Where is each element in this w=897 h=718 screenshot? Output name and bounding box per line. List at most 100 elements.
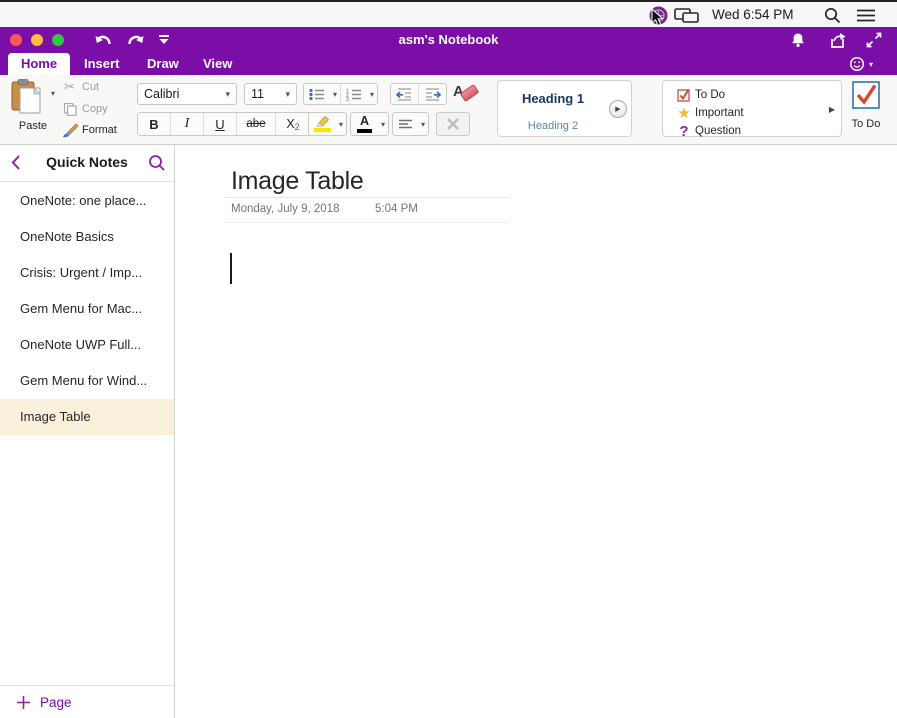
important-tag-star-icon: ★ [673, 104, 695, 122]
font-name-value: Calibri [144, 87, 179, 101]
notifications-bell-icon[interactable] [789, 31, 807, 49]
mouse-cursor [651, 8, 665, 28]
bullet-list-dropdown-arrow[interactable]: ▾ [330, 84, 340, 104]
note-canvas[interactable]: Image Table Monday, July 9, 2018 5:04 PM [176, 145, 897, 718]
question-tag-icon: ? [673, 123, 695, 140]
page-list-item[interactable]: OneNote Basics [0, 219, 174, 255]
styles-expand-arrow-icon: ▶ [615, 105, 620, 113]
add-page-button[interactable]: Page [0, 685, 174, 718]
highlight-color-bar [314, 128, 331, 132]
date-underline [225, 222, 509, 223]
paste-dropdown-arrow[interactable]: ▾ [48, 89, 58, 98]
highlighter-icon [315, 115, 330, 127]
notification-center-icon[interactable] [856, 8, 876, 23]
todo-button-label: To Do [846, 118, 886, 130]
paste-clipboard-icon [10, 79, 44, 115]
title-underline [225, 197, 509, 198]
page-list-item[interactable]: Crisis: Urgent / Imp... [0, 255, 174, 291]
font-color-letter: A [360, 115, 369, 128]
font-color-button[interactable]: A [351, 113, 378, 135]
align-dropdown-arrow[interactable]: ▾ [418, 113, 428, 135]
share-icon[interactable] [828, 32, 847, 49]
highlight-dropdown-arrow[interactable]: ▾ [336, 113, 346, 135]
tab-insert[interactable]: Insert [84, 56, 119, 71]
numbered-list-icon: 123 [346, 88, 362, 101]
font-style-buttons-group: B I U abe X2 ▾ [137, 112, 321, 136]
numbered-list-dropdown-arrow[interactable]: ▾ [367, 84, 377, 104]
sidebar-search-icon[interactable] [148, 154, 166, 172]
page-list-sidebar: Quick Notes OneNote: one place... OneNot… [0, 145, 175, 718]
numbered-list-button[interactable]: 123 [341, 84, 367, 104]
delete-button[interactable] [436, 112, 470, 136]
fullscreen-expand-icon[interactable] [866, 32, 882, 48]
tag-todo-label: To Do [695, 89, 725, 101]
font-name-select[interactable]: Calibri ▾ [137, 83, 237, 105]
add-page-plus-icon [16, 695, 31, 710]
increase-indent-button[interactable] [419, 84, 446, 104]
page-title[interactable]: Image Table [231, 167, 363, 196]
font-name-dropdown-arrow: ▾ [225, 89, 230, 100]
bold-button[interactable]: B [138, 113, 170, 135]
italic-button[interactable]: I [171, 113, 203, 135]
tag-todo[interactable]: To Do [673, 86, 725, 104]
highlight-button[interactable] [309, 113, 336, 135]
page-time: 5:04 PM [375, 203, 418, 215]
paste-label: Paste [8, 120, 58, 132]
svg-text:3: 3 [346, 97, 349, 101]
notebook-title: asm's Notebook [0, 32, 897, 47]
font-color-dropdown-arrow[interactable]: ▾ [378, 113, 388, 135]
spotlight-search-icon[interactable] [824, 7, 841, 24]
tags-expand-arrow-icon[interactable]: ▶ [829, 105, 835, 114]
align-icon [398, 119, 413, 130]
format-painter-button[interactable]: Format [62, 122, 117, 138]
subscript-button[interactable]: X2 [276, 113, 310, 135]
font-color-bar [357, 129, 372, 133]
tab-home[interactable]: Home [8, 53, 70, 75]
cut-button[interactable]: ✂ Cut [64, 79, 99, 95]
copy-icon [64, 103, 82, 116]
styles-expand-button[interactable]: ▶ [609, 100, 627, 118]
todo-tag-checkbox-icon [673, 88, 695, 102]
subscript-sub: 2 [295, 122, 300, 132]
todo-button-checkbox-icon [852, 81, 880, 109]
font-size-select[interactable]: 11 ▾ [244, 83, 297, 105]
feedback-smiley-icon[interactable]: ▾ [849, 56, 873, 72]
cut-scissors-icon: ✂ [64, 79, 82, 95]
bullet-list-button[interactable] [304, 84, 330, 104]
page-list-item[interactable]: Gem Menu for Wind... [0, 363, 174, 399]
tag-important[interactable]: ★ Important [673, 104, 744, 122]
page-list-item-selected[interactable]: Image Table [0, 399, 174, 435]
page-list-item[interactable]: OneNote: one place... [0, 183, 174, 219]
increase-indent-icon [424, 88, 441, 101]
ribbon-tab-bar: Home Insert Draw View ▾ [0, 53, 897, 75]
text-caret [230, 253, 232, 284]
page-list-item[interactable]: OneNote UWP Full... [0, 327, 174, 363]
delete-x-icon [446, 117, 460, 131]
tags-gallery: To Do ★ Important ? Question ▶ [662, 80, 842, 137]
style-heading2[interactable]: Heading 2 [498, 120, 608, 132]
paragraph-align-group: ▾ [392, 112, 429, 136]
ribbon: ▾ Paste ✂ Cut Copy Format Calibri ▾ 11 ▾… [0, 75, 897, 145]
page-list-item[interactable]: Gem Menu for Mac... [0, 291, 174, 327]
sidebar-header: Quick Notes [0, 145, 174, 182]
underline-button[interactable]: U [204, 113, 236, 135]
highlight-button-group: ▾ [308, 112, 347, 136]
displays-mirroring-icon[interactable] [674, 8, 700, 24]
style-heading1[interactable]: Heading 1 [498, 91, 608, 106]
tag-question[interactable]: ? Question [673, 122, 741, 140]
bullet-list-icon [309, 88, 325, 101]
page-date: Monday, July 9, 2018 [231, 203, 339, 215]
window-titlebar: asm's Notebook [0, 27, 897, 53]
styles-gallery: Heading 1 Heading 2 ▶ [497, 80, 632, 137]
strikethrough-button[interactable]: abe [237, 113, 275, 135]
align-button[interactable] [393, 113, 418, 135]
copy-button[interactable]: Copy [64, 101, 108, 117]
menubar-clock[interactable]: Wed 6:54 PM [712, 7, 794, 22]
tab-draw[interactable]: Draw [147, 56, 179, 71]
clear-formatting-button[interactable]: A [452, 80, 480, 107]
decrease-indent-button[interactable] [391, 84, 418, 104]
subscript-base: X [286, 117, 294, 131]
tab-view[interactable]: View [203, 56, 232, 71]
macos-menubar: Wed 6:54 PM [0, 0, 897, 27]
tag-important-label: Important [695, 107, 744, 119]
